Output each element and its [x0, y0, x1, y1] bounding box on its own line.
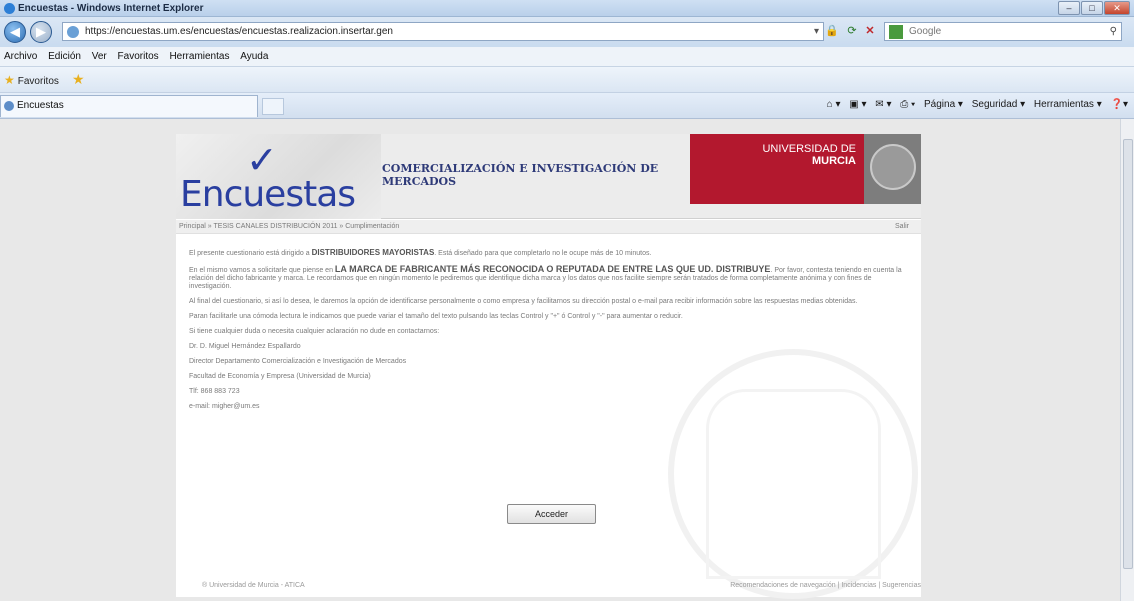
tab-encuestas[interactable]: Encuestas: [0, 95, 258, 117]
contact-email: e-mail: migher@um.es: [189, 403, 260, 410]
vertical-scrollbar[interactable]: [1120, 119, 1134, 601]
paragraph-1: El presente cuestionario está dirigido a…: [189, 249, 904, 258]
university-banner: UNIVERSIDAD DE MURCIA: [690, 134, 876, 204]
mail-icon[interactable]: ✉ ▾: [875, 99, 891, 110]
paragraph-2: En el mismo vamos a solicitarle que pien…: [189, 265, 904, 291]
close-window-button[interactable]: ✕: [1104, 1, 1130, 15]
seal-icon: [870, 144, 916, 190]
minimize-button[interactable]: –: [1058, 1, 1080, 15]
menu-ayuda[interactable]: Ayuda: [236, 47, 272, 62]
survey-page: ✓ Encuestas COMERCIALIZACIÓN E INVESTIGA…: [176, 134, 921, 599]
page-footer: ® Universidad de Murcia - ATICA Recomend…: [176, 579, 921, 593]
encuestas-logo: Encuestas: [180, 174, 356, 215]
scroll-thumb[interactable]: [1123, 139, 1133, 569]
menu-favoritos[interactable]: Favoritos: [114, 47, 163, 62]
forward-button[interactable]: ▶: [30, 21, 52, 43]
add-favorite-icon[interactable]: ★: [72, 71, 85, 88]
menu-ver[interactable]: Ver: [88, 47, 111, 62]
home-icon[interactable]: ⌂ ▾: [827, 99, 841, 110]
refresh-icon[interactable]: ⟳: [844, 22, 860, 41]
stop-icon[interactable]: ✕: [862, 22, 878, 41]
university-line2: MURCIA: [812, 155, 856, 167]
p2-b: LA MARCA DE FABRICANTE MÁS RECONOCIDA O …: [334, 264, 771, 274]
back-button[interactable]: ◀: [4, 21, 26, 43]
site-header: ✓ Encuestas COMERCIALIZACIÓN E INVESTIGA…: [176, 134, 921, 219]
p1-c: . Está diseñado para que completarlo no …: [434, 250, 652, 257]
footer-copyright: ® Universidad de Murcia - ATICA: [202, 582, 305, 589]
command-bar: ⌂ ▾ ▣ ▾ ✉ ▾ ⎙ ▾ Página ▾ Seguridad ▾ Her…: [821, 99, 1128, 110]
security-menu[interactable]: Seguridad ▾: [972, 99, 1025, 110]
new-tab-button[interactable]: [262, 98, 284, 115]
p1-a: El presente cuestionario está dirigido a: [189, 250, 310, 257]
p2-a: En el mismo vamos a solicitarle que pien…: [189, 267, 333, 274]
logo-area: ✓ Encuestas: [176, 134, 381, 219]
search-input[interactable]: Google ⚲: [884, 22, 1122, 41]
url-text: https://encuestas.um.es/encuestas/encues…: [85, 26, 393, 37]
google-icon: [889, 25, 903, 39]
acceder-button[interactable]: Acceder: [507, 504, 596, 524]
page-menu[interactable]: Página ▾: [924, 99, 963, 110]
star-icon: ★: [4, 73, 15, 87]
footer-links[interactable]: Recomendaciones de navegación | Incidenc…: [730, 579, 921, 593]
search-placeholder: Google: [909, 26, 942, 37]
tab-site-icon: [4, 101, 14, 111]
university-line1: UNIVERSIDAD DE: [762, 143, 856, 155]
tab-bar: Encuestas ⌂ ▾ ▣ ▾ ✉ ▾ ⎙ ▾ Página ▾ Segur…: [0, 93, 1134, 119]
url-input[interactable]: https://encuestas.um.es/encuestas/encues…: [62, 22, 824, 41]
contact-phone: Tlf: 868 883 723: [189, 388, 240, 395]
favorites-label: Favoritos: [17, 76, 59, 87]
browser-viewport: ✓ Encuestas COMERCIALIZACIÓN E INVESTIGA…: [0, 119, 1134, 601]
breadcrumb: Principal » TESIS CANALES DISTRIBUCIÓN 2…: [176, 220, 921, 234]
site-title: COMERCIALIZACIÓN E INVESTIGACIÓN DE MERC…: [382, 162, 659, 188]
menu-herramientas[interactable]: Herramientas: [165, 47, 233, 62]
menu-bar: Archivo Edición Ver Favoritos Herramient…: [0, 47, 1134, 67]
window-title: Encuestas - Windows Internet Explorer: [18, 3, 204, 14]
paragraph-5: Si tiene cualquier duda o necesita cualq…: [189, 328, 440, 335]
exit-link[interactable]: Salir: [895, 220, 909, 234]
menu-edicion[interactable]: Edición: [44, 47, 85, 62]
search-icon[interactable]: ⚲: [1110, 23, 1117, 40]
window-titlebar: Encuestas - Windows Internet Explorer – …: [0, 0, 1134, 17]
paragraph-3: Al final del cuestionario, si así lo des…: [189, 298, 858, 305]
tools-menu[interactable]: Herramientas ▾: [1034, 99, 1102, 110]
lock-icon[interactable]: 🔒: [824, 22, 840, 41]
intro-text: El presente cuestionario está dirigido a…: [189, 249, 904, 418]
ie-logo-icon: [4, 3, 15, 14]
favorites-button[interactable]: ★ Favoritos: [4, 73, 59, 87]
breadcrumb-text[interactable]: Principal » TESIS CANALES DISTRIBUCIÓN 2…: [179, 223, 399, 230]
contact-position: Director Departamento Comercialización e…: [189, 358, 407, 365]
address-bar-area: ◀ ▶ https://encuestas.um.es/encuestas/en…: [0, 17, 1134, 47]
contact-faculty: Facultad de Economía y Empresa (Universi…: [189, 373, 371, 380]
help-icon[interactable]: ❓▾: [1111, 99, 1128, 110]
dropdown-icon[interactable]: ▾: [814, 23, 819, 40]
print-icon[interactable]: ⎙ ▾: [900, 99, 915, 110]
paragraph-4: Paran facilitarle una cómoda lectura le …: [189, 313, 683, 320]
feeds-icon[interactable]: ▣ ▾: [849, 99, 866, 110]
menu-archivo[interactable]: Archivo: [0, 47, 41, 62]
maximize-button[interactable]: □: [1081, 1, 1103, 15]
tab-label: Encuestas: [17, 100, 64, 111]
contact-name: Dr. D. Miguel Hernández Espallardo: [189, 343, 301, 350]
favorites-bar: ★ Favoritos ★: [0, 67, 1134, 93]
p1-b: DISTRIBUIDORES MAYORISTAS: [311, 248, 435, 257]
university-seal: [864, 134, 921, 204]
site-icon: [67, 26, 79, 38]
